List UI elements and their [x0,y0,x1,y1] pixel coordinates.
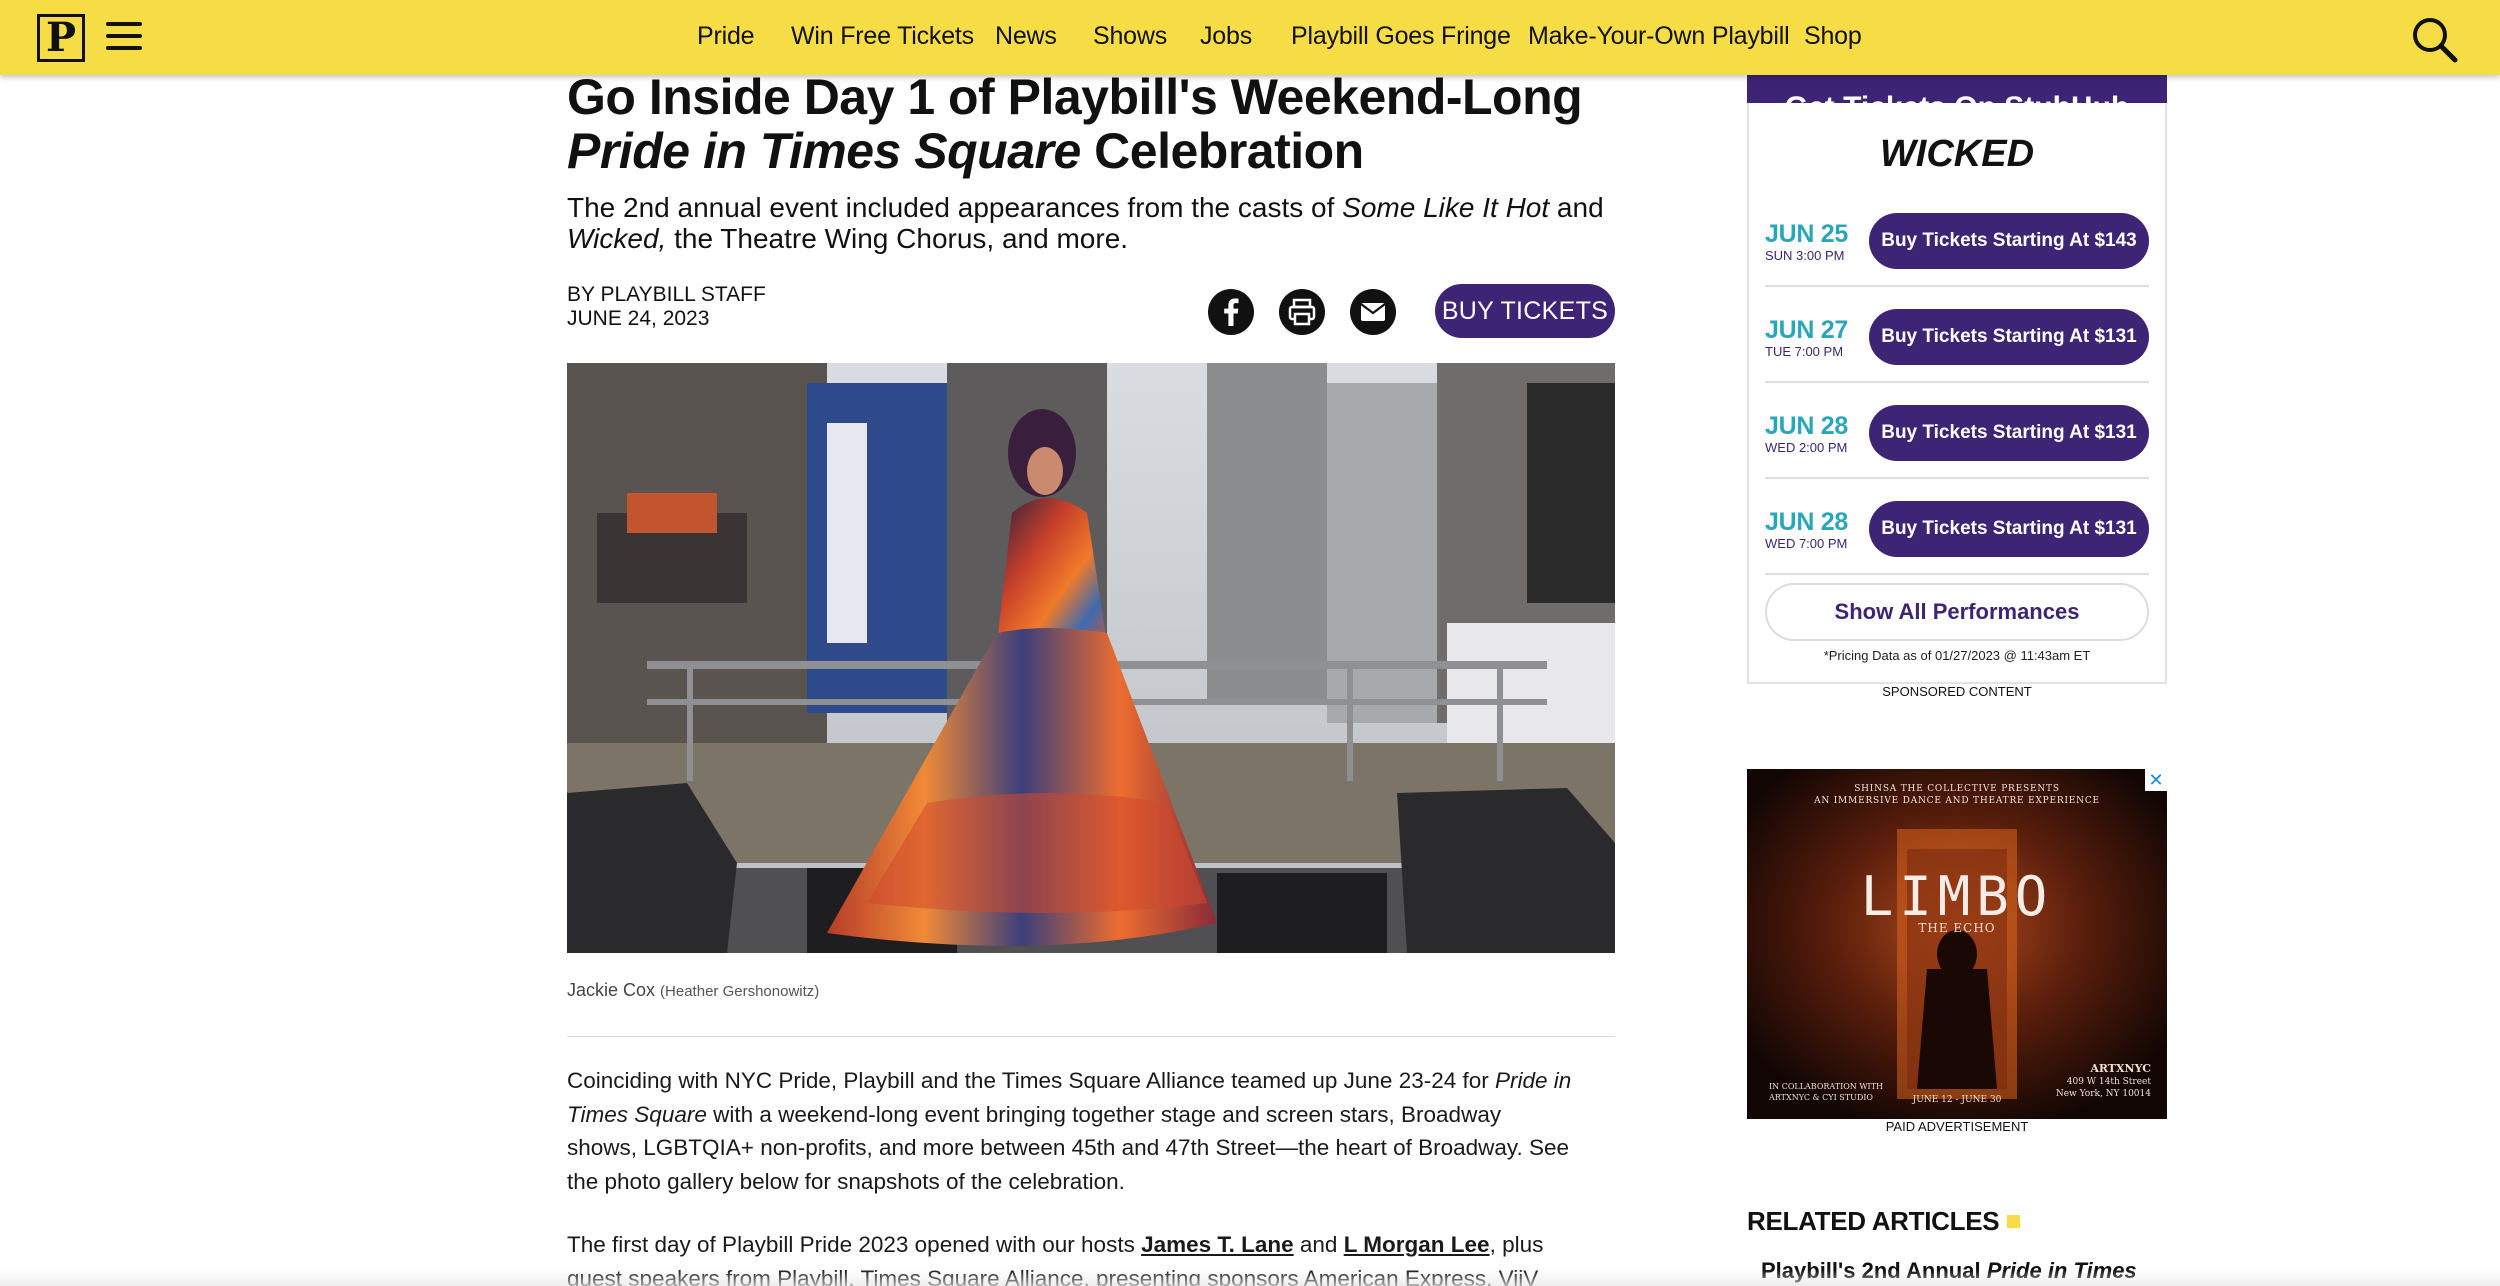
article-paragraph-1: Coinciding with NYC Pride, Playbill and … [567,1068,1572,1194]
email-share-icon[interactable] [1350,289,1396,335]
search-icon[interactable] [2410,15,2458,63]
performance-date: JUN 25 [1765,220,1848,248]
performance-row: JUN 27 TUE 7:00 PM Buy Tickets Starting … [1765,287,2149,383]
photo-caption: Jackie Cox (Heather Gershonowitz) [567,980,820,1000]
nav-item-pride[interactable]: Pride [697,22,755,51]
related-articles-heading: RELATED ARTICLES [1747,1206,2021,1237]
buy-tickets-jun27-button[interactable]: Buy Tickets Starting At $131 [1869,309,2149,365]
performance-row: JUN 28 WED 7:00 PM Buy Tickets Starting … [1765,479,2149,575]
performance-time: WED 7:00 PM [1765,536,1848,551]
performance-date: JUN 28 [1765,412,1848,440]
buy-tickets-jun25-button[interactable]: Buy Tickets Starting At $143 [1869,213,2149,269]
ad-presenter-text: SHINSA THE COLLECTIVE PRESENTS AN IMMERSI… [1814,784,2100,806]
ticket-widget: WICKED JUN 25 SUN 3:00 PM Buy Tickets St… [1747,103,2167,684]
byline: By Playbill Staff June 24, 2023 [567,283,766,331]
nav-item-playbill-goes-fringe[interactable]: Playbill Goes Fringe [1291,22,1511,51]
top-navigation-bar: P Pride Win Free Tickets News Shows Jobs… [0,0,2500,75]
nav-item-shows[interactable]: Shows [1093,22,1167,51]
performance-row: JUN 25 SUN 3:00 PM Buy Tickets Starting … [1765,191,2149,287]
sponsored-content-label: Sponsored Content [1882,684,2032,699]
performance-date: JUN 28 [1765,508,1848,536]
link-james-t-lane[interactable]: James T. Lane [1141,1232,1294,1257]
performance-date: JUN 27 [1765,316,1848,344]
playbill-logo[interactable]: P [37,14,85,62]
menu-icon[interactable] [106,22,142,52]
publish-date: June 24, 2023 [567,307,710,330]
pricing-note: *Pricing Data as of 01/27/2023 @ 11:43am… [1823,648,2091,663]
nav-item-shop[interactable]: Shop [1804,22,1862,51]
buy-tickets-jun28-matinee-button[interactable]: Buy Tickets Starting At $131 [1869,405,2149,461]
ad-venue: ARTXNYC 409 W 14th Street New York, NY 100… [2055,1062,2151,1100]
article-dek: The 2nd annual event included appearance… [567,192,1604,254]
author: By Playbill Staff [567,283,766,306]
print-icon[interactable] [1279,289,1325,335]
nav-item-win-free-tickets[interactable]: Win Free Tickets [791,22,974,51]
facebook-share-icon[interactable] [1208,289,1254,335]
show-title: WICKED [1879,133,2035,175]
article-photo [567,363,1615,953]
nav-item-jobs[interactable]: Jobs [1200,22,1252,51]
ad-title: LIMBO [1860,865,2054,928]
link-l-morgan-lee[interactable]: L Morgan Lee [1344,1232,1490,1257]
buy-tickets-button[interactable]: Buy Tickets [1435,284,1615,338]
show-all-performances-button[interactable]: Show All Performances [1765,583,2149,641]
paid-advertisement-label: Paid Advertisement [1885,1119,2029,1134]
yellow-square-icon [2007,1215,2021,1228]
performance-time: SUN 3:00 PM [1765,248,1845,263]
ad-subtitle: THE ECHO [1918,921,1996,935]
nav-item-news[interactable]: News [995,22,1057,51]
photo-credit: (Heather Gershonowitz) [660,983,820,1000]
performance-row: JUN 28 WED 2:00 PM Buy Tickets Starting … [1765,383,2149,479]
article-headline: Go Inside Day 1 of Playbill's Weekend-Lo… [567,69,1583,179]
nav-item-make-your-own-playbill[interactable]: Make-Your-Own Playbill [1528,22,1790,51]
buy-tickets-jun28-evening-button[interactable]: Buy Tickets Starting At $131 [1869,501,2149,557]
scroll-fade [0,1270,2500,1286]
performance-time: TUE 7:00 PM [1765,344,1844,359]
divider [567,1036,1615,1037]
logo-letter: P [45,14,77,61]
advertisement[interactable]: ✕ SHINSA THE COLLECTIVE PRESENTS AN IMMER… [1747,769,2167,1119]
performance-time: WED 2:00 PM [1765,440,1848,455]
